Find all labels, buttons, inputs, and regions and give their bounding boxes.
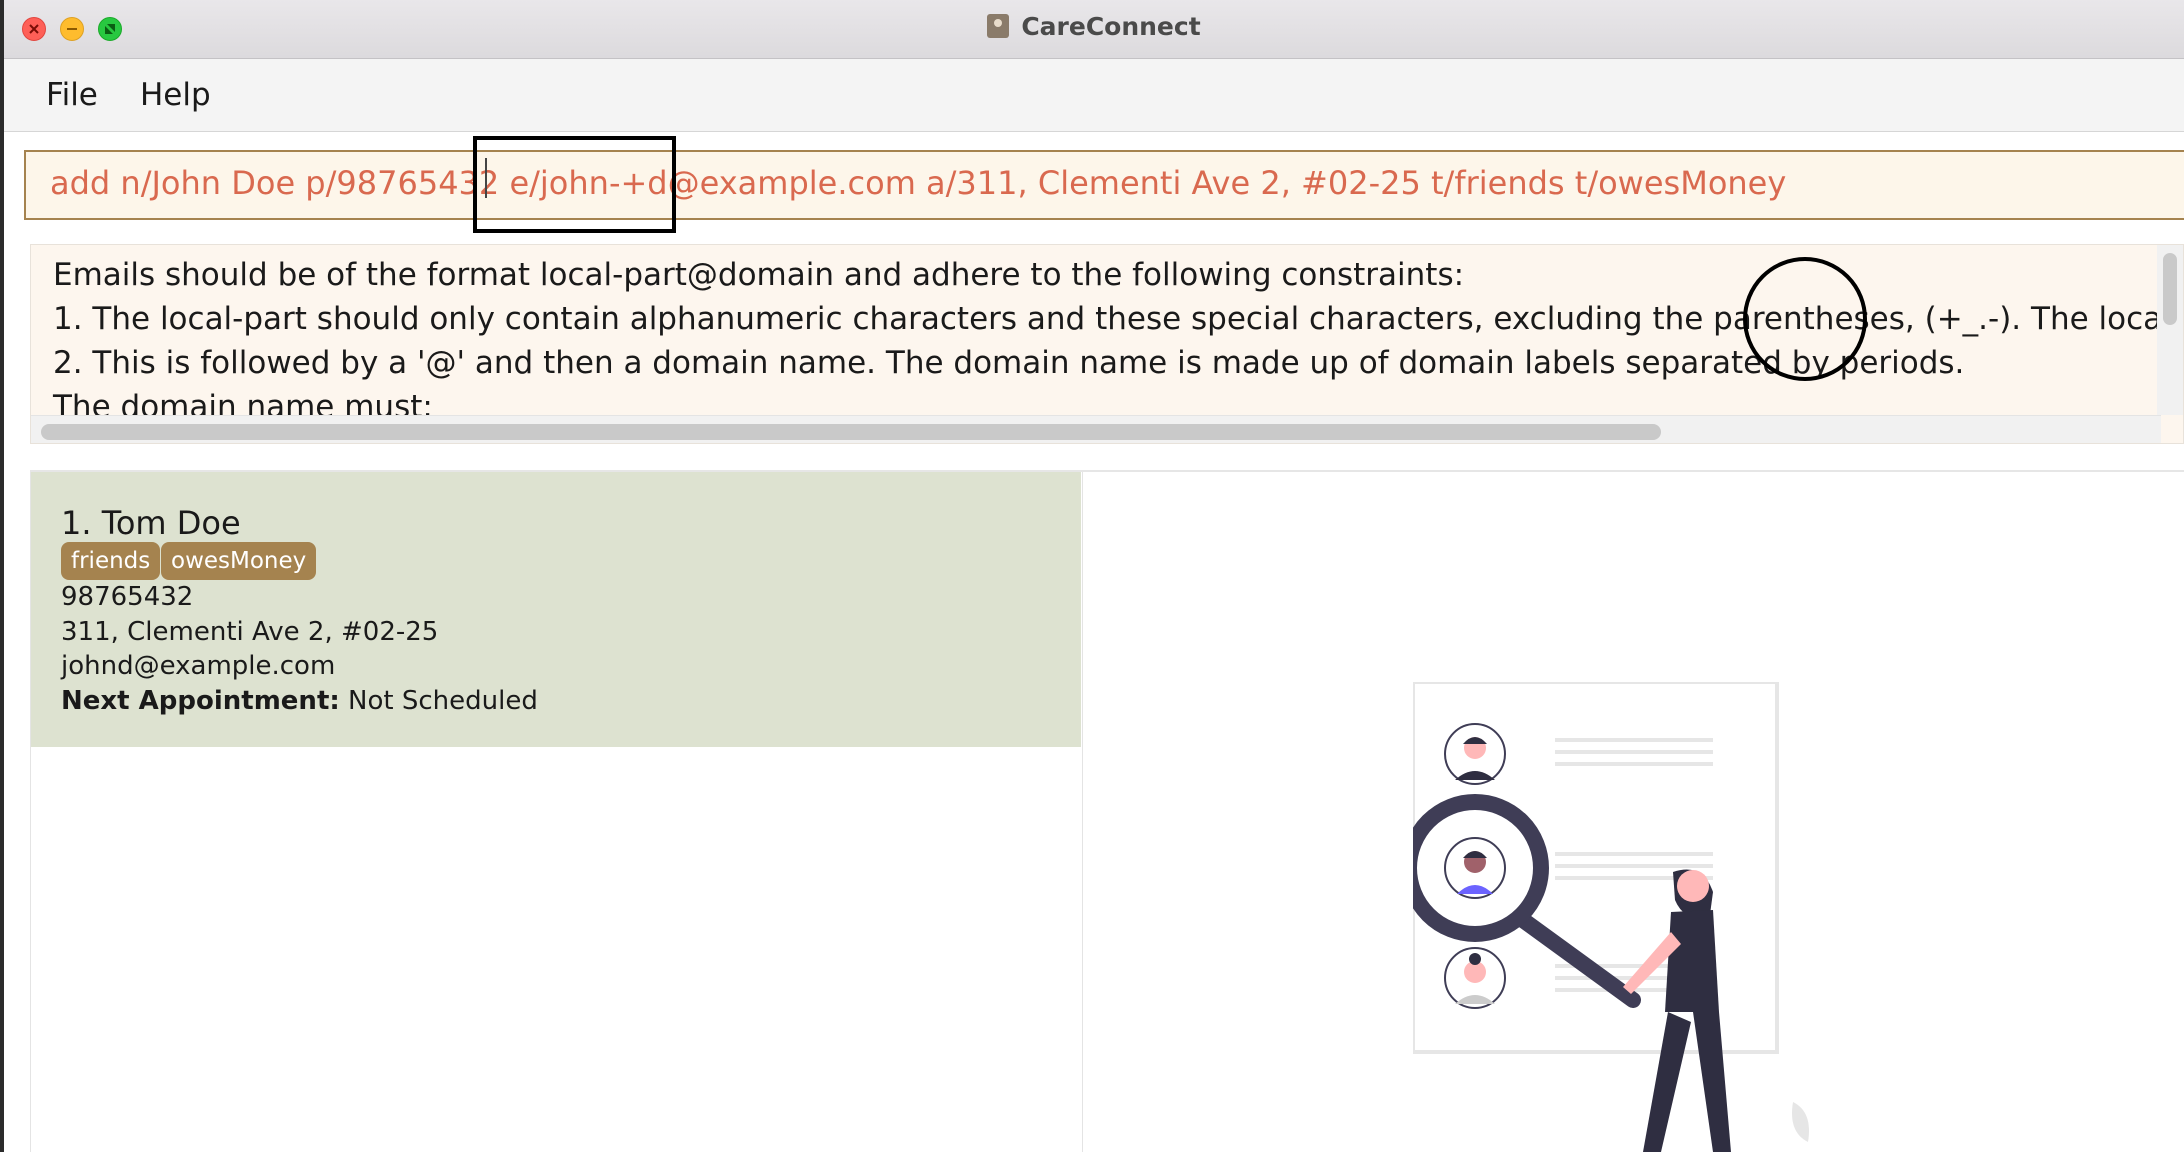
appointment-label: Next Appointment: xyxy=(61,686,340,716)
menu-bar: File Help xyxy=(4,59,2184,132)
menu-file[interactable]: File xyxy=(46,77,98,113)
vertical-scrollbar-thumb[interactable] xyxy=(2163,253,2177,325)
tag-friends: friends xyxy=(61,542,161,580)
vertical-scrollbar[interactable] xyxy=(2157,245,2183,415)
person-appointment: Next Appointment: Not Scheduled xyxy=(61,686,538,716)
command-text[interactable]: add n/John Doe p/98765432 e/john-+d@exam… xyxy=(50,164,1786,202)
appointment-value: Not Scheduled xyxy=(339,686,538,716)
person-address: 311, Clementi Ave 2, #02-25 xyxy=(61,617,439,647)
command-input[interactable]: add n/John Doe p/98765432 e/john-+d@exam… xyxy=(24,150,2184,220)
horizontal-scrollbar[interactable] xyxy=(31,415,2161,443)
menu-help[interactable]: Help xyxy=(140,77,211,113)
person-phone: 98765432 xyxy=(61,582,194,612)
person-list[interactable]: 1. Tom Doe friends owesMoney 98765432 31… xyxy=(30,472,1084,1152)
person-card[interactable]: 1. Tom Doe friends owesMoney 98765432 31… xyxy=(31,472,1081,747)
highlight-rectangle xyxy=(473,136,676,233)
result-line: Emails should be of the format local-par… xyxy=(53,257,1465,293)
app-window: CareConnect File Help add n/John Doe p/9… xyxy=(4,0,2184,1152)
detail-panel xyxy=(1083,472,2184,1152)
app-icon xyxy=(987,14,1010,38)
highlight-circle xyxy=(1743,257,1867,381)
person-email: johnd@example.com xyxy=(61,651,336,681)
window-title-text: CareConnect xyxy=(1021,12,1201,41)
window-title: CareConnect xyxy=(4,12,2184,41)
tag-owes-money: owesMoney xyxy=(161,542,317,580)
result-line: 2. This is followed by a '@' and then a … xyxy=(53,345,1965,381)
title-bar[interactable]: CareConnect xyxy=(4,0,2184,59)
person-name: 1. Tom Doe xyxy=(61,504,241,542)
horizontal-scrollbar-thumb[interactable] xyxy=(41,424,1661,440)
search-contacts-illustration xyxy=(1413,682,1809,1152)
